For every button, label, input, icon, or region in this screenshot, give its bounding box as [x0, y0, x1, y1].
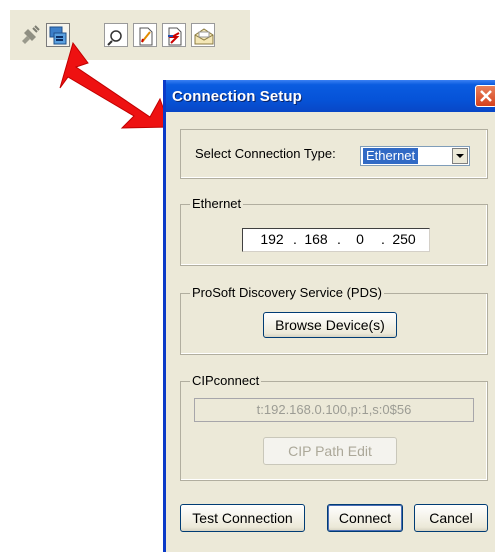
ip-address-field[interactable]: 192 . 168 . 0 . 250 — [242, 228, 430, 252]
connection-setup-icon[interactable] — [46, 23, 70, 47]
cancel-button[interactable]: Cancel — [414, 504, 488, 532]
magnifier-document-icon[interactable] — [104, 23, 128, 47]
chevron-down-icon[interactable] — [452, 148, 468, 164]
cip-path-field: t:192.168.0.100,p:1,s:0$56 — [194, 398, 474, 422]
toolbar — [10, 10, 250, 60]
ip-octet-2[interactable]: 168 — [301, 231, 331, 247]
ip-octet-3[interactable]: 0 — [345, 231, 375, 247]
title-bar[interactable]: Connection Setup — [166, 80, 495, 112]
ip-dot: . — [381, 231, 385, 247]
connect-button[interactable]: Connect — [327, 504, 403, 532]
document-edit-icon[interactable] — [133, 23, 157, 47]
cipconnect-legend: CIPconnect — [190, 373, 262, 388]
connection-type-value: Ethernet — [363, 148, 419, 164]
connection-type-select[interactable]: Ethernet — [360, 146, 470, 166]
dialog-title: Connection Setup — [172, 88, 302, 105]
close-button[interactable] — [475, 85, 495, 107]
download-arrows-icon[interactable] — [162, 23, 186, 47]
open-envelope-icon[interactable] — [191, 23, 215, 47]
ip-dot: . — [337, 231, 341, 247]
connection-setup-dialog: Connection Setup Select Connection Type:… — [163, 80, 495, 552]
test-connection-button[interactable]: Test Connection — [180, 504, 305, 532]
ip-octet-4[interactable]: 250 — [389, 231, 419, 247]
close-icon — [480, 90, 492, 102]
ip-dot: . — [293, 231, 297, 247]
cip-path-edit-button: CIP Path Edit — [263, 437, 397, 465]
cipconnect-group: CIPconnect — [180, 373, 488, 481]
pds-legend: ProSoft Discovery Service (PDS) — [190, 285, 384, 300]
browse-devices-button[interactable]: Browse Device(s) — [263, 312, 397, 338]
connection-type-label: Select Connection Type: — [195, 146, 336, 161]
ethernet-legend: Ethernet — [190, 196, 244, 211]
ip-octet-1[interactable]: 192 — [257, 231, 287, 247]
disconnect-plug-icon[interactable] — [18, 23, 42, 47]
